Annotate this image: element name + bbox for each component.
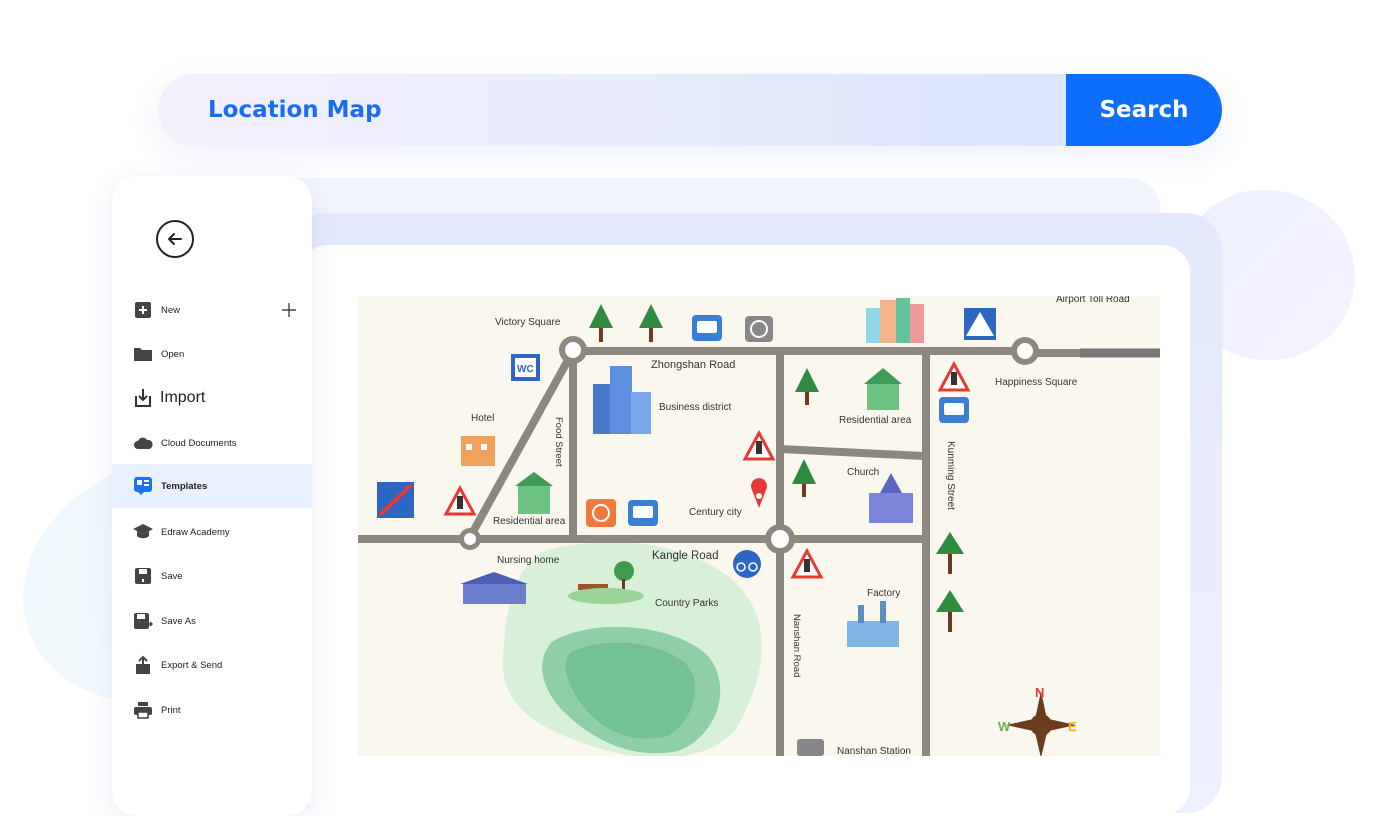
traffic-light-warning-icon <box>443 484 477 516</box>
label-airport-toll-road: Airport Toll Road <box>1056 296 1130 305</box>
hotel-building-icon <box>461 436 495 466</box>
location-pin-icon <box>751 478 767 508</box>
save-as-icon <box>132 610 154 632</box>
roundabout-victory-square <box>559 336 587 364</box>
label-kunming-street: Kunming Street <box>945 441 956 510</box>
bicycle-sign-icon <box>733 550 761 578</box>
svg-text:N: N <box>1035 685 1044 700</box>
label-factory: Factory <box>867 588 900 599</box>
location-map: Victory Square Zhongshan Road Airport To… <box>358 294 1160 758</box>
tree-icon <box>792 459 816 497</box>
sidebar-item-label: Save <box>161 570 183 582</box>
svg-text:W: W <box>998 719 1011 734</box>
search-bar: Search <box>158 74 1222 146</box>
back-button[interactable] <box>156 220 194 258</box>
tree-icon <box>639 304 663 342</box>
label-happiness-square: Happiness Square <box>995 377 1078 388</box>
label-nursing-home: Nursing home <box>497 555 560 566</box>
sidebar-item-print[interactable]: Print <box>112 688 312 732</box>
label-food-street: Food Street <box>553 417 564 467</box>
svg-text:E: E <box>1068 719 1077 734</box>
label-kangle-road: Kangle Road <box>652 550 719 562</box>
label-nanshan-road: Nanshan Road <box>791 614 802 677</box>
sidebar-item-label: Cloud Documents <box>161 437 237 449</box>
sidebar: New Open Import Cloud Documents Template… <box>112 176 312 816</box>
sidebar-item-label: Save As <box>161 615 196 627</box>
sidebar-item-label: Import <box>160 389 206 406</box>
house-icon <box>864 368 902 410</box>
search-input[interactable] <box>158 74 1066 146</box>
print-icon <box>132 699 154 721</box>
arrow-left-icon <box>168 233 182 245</box>
wc-sign-icon: WC <box>511 354 540 381</box>
label-church: Church <box>847 467 879 478</box>
roundabout-hotel <box>459 528 481 550</box>
no-highway-sign-icon <box>377 482 414 518</box>
svg-text:WC: WC <box>517 364 534 375</box>
academy-cap-icon <box>132 521 154 543</box>
sidebar-item-save-as[interactable]: Save As <box>112 599 312 643</box>
nursing-home-icon <box>460 572 528 604</box>
sidebar-item-label: Edraw Academy <box>161 526 230 538</box>
sidebar-item-label: Open <box>161 348 185 360</box>
sidebar-item-templates[interactable]: Templates <box>112 464 312 508</box>
traffic-light-warning-icon <box>742 429 776 461</box>
sidebar-item-new[interactable]: New <box>112 288 312 332</box>
import-icon <box>132 387 154 409</box>
search-button[interactable]: Search <box>1066 74 1222 146</box>
house-icon <box>515 472 553 514</box>
sidebar-item-import[interactable]: Import <box>112 376 312 420</box>
metro-sign-icon <box>745 316 773 342</box>
train-sign-icon <box>586 499 616 527</box>
label-business-district: Business district <box>659 402 731 413</box>
skyscrapers-icon <box>866 298 924 343</box>
sidebar-item-label: New <box>161 304 181 316</box>
bus-sign-icon <box>628 500 658 526</box>
traffic-light-warning-icon <box>937 360 971 392</box>
bus-sign-icon <box>692 315 722 341</box>
sidebar-item-save[interactable]: Save <box>112 554 312 598</box>
cloud-icon <box>132 432 154 454</box>
sidebar-item-label: Templates <box>161 480 208 492</box>
roundabout-century-city <box>765 524 795 554</box>
sidebar-item-label: Print <box>161 704 181 716</box>
new-file-icon <box>132 299 154 321</box>
sidebar-item-open[interactable]: Open <box>112 332 312 376</box>
label-country-parks: Country Parks <box>655 598 718 609</box>
church-icon <box>869 473 913 523</box>
templates-icon <box>132 475 154 497</box>
label-century-city: Century city <box>689 507 742 518</box>
palm-tree-icon <box>936 590 964 632</box>
label-zhongshan-road: Zhongshan Road <box>651 359 735 371</box>
plus-icon[interactable] <box>280 301 298 319</box>
sidebar-item-export-send[interactable]: Export & Send <box>112 643 312 687</box>
traffic-light-warning-icon <box>790 547 824 579</box>
folder-icon <box>132 343 154 365</box>
roundabout-happiness-square <box>1011 337 1039 365</box>
bus-sign-icon <box>939 397 969 423</box>
sidebar-item-cloud-documents[interactable]: Cloud Documents <box>112 421 312 465</box>
label-victory-square: Victory Square <box>495 317 561 328</box>
sidebar-item-edraw-academy[interactable]: Edraw Academy <box>112 510 312 554</box>
station-sign-icon <box>797 739 824 756</box>
sidebar-item-label: Export & Send <box>161 659 223 671</box>
export-icon <box>132 654 154 676</box>
pedestrian-crossing-sign-icon <box>964 308 996 340</box>
label-residential-area-1: Residential area <box>839 415 912 426</box>
tree-icon <box>589 304 613 342</box>
palm-tree-icon <box>936 532 964 574</box>
compass-rose-icon: N W E <box>998 685 1077 758</box>
label-nanshan-station: Nanshan Station <box>837 746 911 756</box>
tree-icon <box>795 368 819 405</box>
label-residential-area-2: Residential area <box>493 516 566 527</box>
label-hotel: Hotel <box>471 413 494 424</box>
save-icon <box>132 565 154 587</box>
factory-icon <box>847 601 899 647</box>
business-district-buildings-icon <box>593 366 651 434</box>
